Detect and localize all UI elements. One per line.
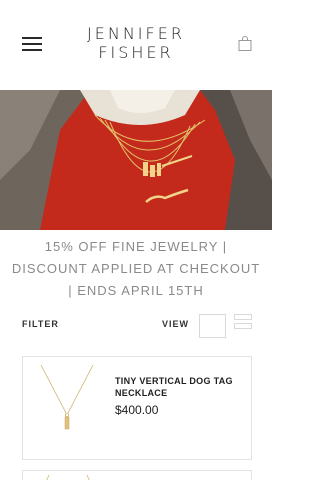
view-label: VIEW (162, 319, 190, 329)
hero-necklace-photo (0, 90, 272, 230)
grid-view-icon[interactable] (234, 314, 252, 338)
logo-line-1: JENNIFER (87, 24, 185, 43)
promo-line-1: 15% OFF FINE JEWELRY | (44, 239, 228, 254)
filter-button[interactable]: FILTER (22, 319, 59, 329)
shopping-bag-icon[interactable] (238, 36, 252, 51)
promo-line-3: | ENDS APRIL 15TH (68, 283, 204, 298)
hamburger-menu-icon[interactable] (22, 37, 42, 51)
product-price: $400.00 (115, 403, 159, 417)
brand-logo[interactable]: JENNIFER FISHER (60, 24, 212, 62)
site-header: JENNIFER FISHER (0, 0, 272, 90)
product-image (46, 474, 90, 480)
product-image (31, 361, 103, 453)
single-column-view-icon[interactable] (199, 314, 226, 338)
product-card[interactable]: TINY VERTICAL DOG TAG NECKLACE $400.00 (22, 356, 252, 460)
filter-toolbar: FILTER VIEW (22, 314, 252, 338)
product-card[interactable] (22, 470, 252, 480)
promo-banner: 15% OFF FINE JEWELRY | DISCOUNT APPLIED … (0, 236, 272, 302)
logo-line-2: FISHER (98, 43, 174, 62)
product-title[interactable]: TINY VERTICAL DOG TAG NECKLACE (115, 375, 243, 399)
hero-banner-image[interactable] (0, 90, 272, 230)
promo-line-2: DISCOUNT APPLIED AT CHECKOUT (11, 261, 261, 276)
